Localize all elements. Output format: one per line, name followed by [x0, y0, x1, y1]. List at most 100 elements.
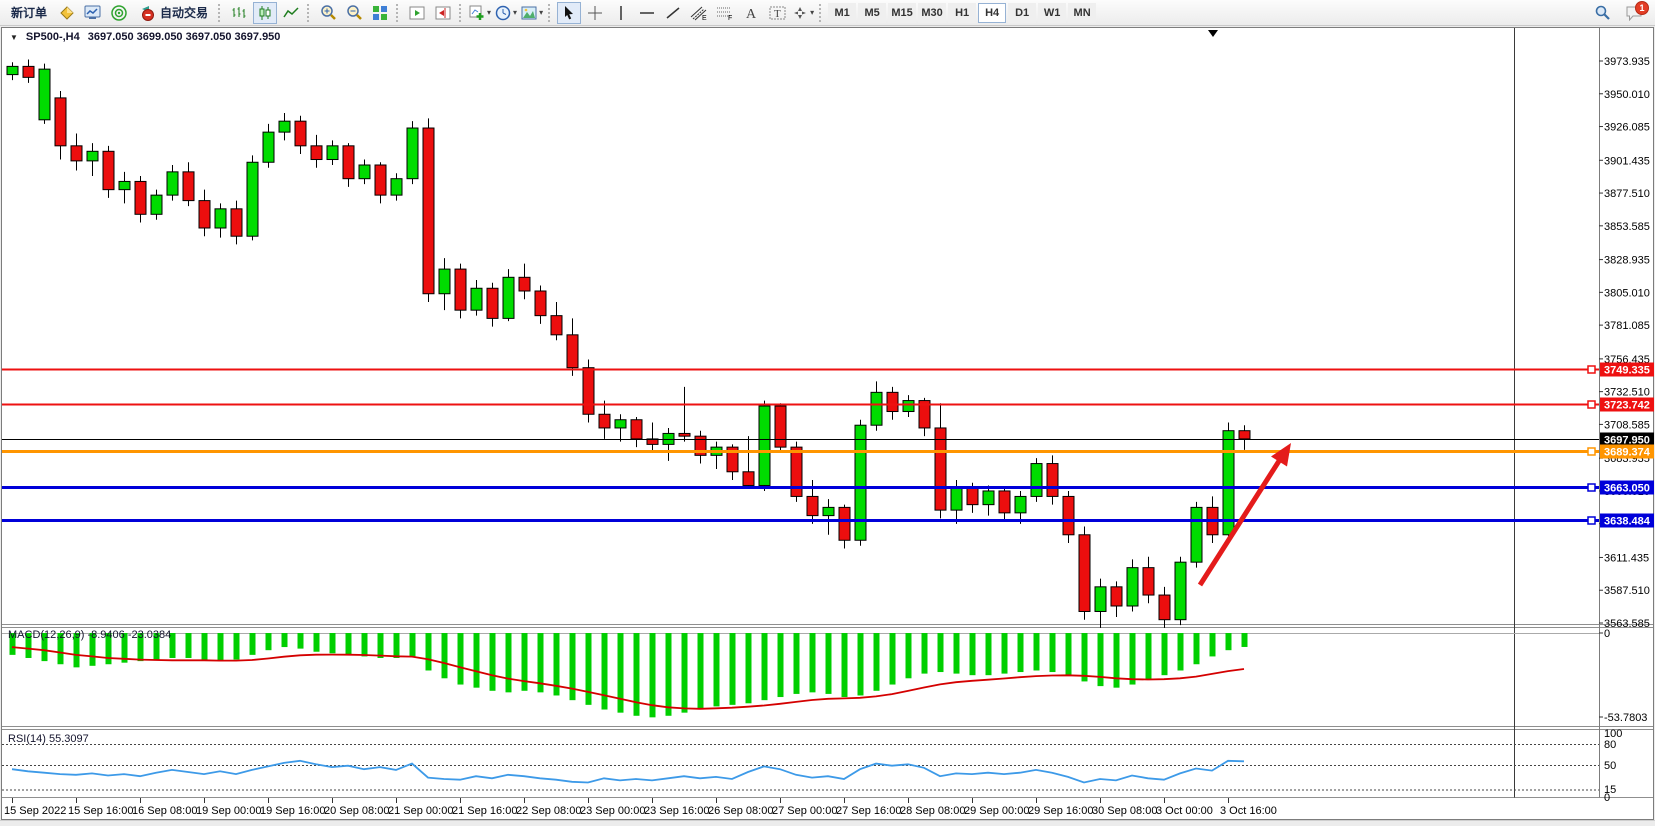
zoom-in-button[interactable]: [316, 2, 340, 24]
timeframe-mn-button[interactable]: MN: [1068, 3, 1096, 23]
macd-bar: [970, 633, 976, 675]
fibonacci-icon: F: [716, 5, 734, 21]
bear-candle: [791, 447, 802, 496]
macd-bar: [186, 633, 192, 658]
timeframe-menu-button[interactable]: ▾: [494, 2, 518, 24]
bull-candle: [871, 392, 882, 425]
notifications-button[interactable]: 1: [1621, 2, 1647, 24]
macd-bar: [794, 633, 800, 694]
bull-candle: [1191, 507, 1202, 562]
bull-candle: [903, 401, 914, 412]
crosshair-icon: [587, 5, 603, 21]
zoom-out-button[interactable]: [342, 2, 366, 24]
svg-text:3926.085: 3926.085: [1604, 122, 1650, 134]
svg-text:3723.742: 3723.742: [1604, 400, 1650, 412]
bear-candle: [1111, 587, 1122, 606]
vertical-line-tool-button[interactable]: [609, 2, 633, 24]
bear-candle: [775, 406, 786, 447]
label-tool-button[interactable]: T: [765, 2, 789, 24]
bear-candle: [679, 433, 690, 436]
bull-candle: [327, 146, 338, 160]
new-order-button[interactable]: 新订单: [5, 2, 53, 24]
timeframe-w1-button[interactable]: W1: [1038, 3, 1066, 23]
horizontal-line-tool-button[interactable]: [635, 2, 659, 24]
macd-bar: [954, 633, 960, 674]
equidistant-channel-tool-button[interactable]: E: [687, 2, 711, 24]
svg-text:3805.010: 3805.010: [1604, 287, 1650, 299]
deposit-icon[interactable]: [55, 2, 79, 24]
bear-candle: [455, 269, 466, 310]
channel-icon: E: [690, 5, 708, 21]
macd-bar: [1002, 633, 1008, 674]
bull-candle: [119, 181, 130, 189]
macd-bar: [602, 633, 608, 710]
svg-text:E: E: [702, 15, 707, 21]
bear-candle: [743, 472, 754, 486]
candlestick-chart-button[interactable]: [253, 2, 277, 24]
bear-candle: [55, 98, 66, 146]
chart-canvas[interactable]: 3973.9353950.0103926.0853901.4353877.510…: [0, 0, 1655, 826]
macd-bar: [1114, 633, 1120, 688]
auto-trading-button[interactable]: 自动交易: [133, 2, 214, 24]
text-tool-button[interactable]: A: [739, 2, 763, 24]
macd-bar: [938, 633, 944, 672]
cursor-tool-button[interactable]: [557, 2, 581, 24]
chart-shift-button[interactable]: [431, 2, 455, 24]
svg-text:3828.935: 3828.935: [1604, 255, 1650, 267]
bar-chart-button[interactable]: [227, 2, 251, 24]
chevron-down-icon: ▾: [513, 8, 517, 17]
fibonacci-tool-button[interactable]: F: [713, 2, 737, 24]
macd-bar: [474, 633, 480, 688]
svg-text:3950.010: 3950.010: [1604, 89, 1650, 101]
timeframe-m30-button[interactable]: M30: [918, 3, 946, 23]
macd-bar: [1162, 633, 1168, 675]
macd-bar: [202, 633, 208, 660]
crosshair-tool-button[interactable]: [583, 2, 607, 24]
macd-bar: [682, 633, 688, 713]
svg-text:21 Sep 00:00: 21 Sep 00:00: [388, 805, 453, 817]
timeframe-m1-button[interactable]: M1: [828, 3, 856, 23]
macd-indicator-label: MACD(12,26,9) -8.9406 -23.0384: [8, 629, 171, 641]
timeframe-m15-button[interactable]: M15: [888, 3, 916, 23]
auto-scroll-button[interactable]: [405, 2, 429, 24]
chevron-down-icon: ▼: [10, 33, 18, 42]
timeframe-m5-button[interactable]: M5: [858, 3, 886, 23]
bear-candle: [967, 488, 978, 504]
macd-bar: [1098, 633, 1104, 686]
macd-bar: [890, 633, 896, 685]
svg-text:-53.7803: -53.7803: [1604, 712, 1647, 724]
macd-bar: [922, 633, 928, 674]
trendline-tool-button[interactable]: [661, 2, 685, 24]
line-endpoint-marker: [1588, 401, 1595, 408]
bear-candle: [311, 146, 322, 160]
svg-text:3749.335: 3749.335: [1604, 365, 1650, 377]
toolbar-grip: [548, 4, 553, 22]
macd-bar: [1178, 633, 1184, 670]
svg-text:3732.510: 3732.510: [1604, 387, 1650, 399]
bear-candle: [1159, 595, 1170, 620]
svg-text:21 Sep 16:00: 21 Sep 16:00: [452, 805, 517, 817]
search-button[interactable]: [1590, 2, 1614, 24]
bull-candle: [1127, 568, 1138, 606]
add-indicator-button[interactable]: ▾: [468, 2, 492, 24]
vertical-line-icon: [615, 5, 627, 21]
arrows-tool-button[interactable]: ▾: [791, 2, 815, 24]
timeframe-h4-button[interactable]: H4: [978, 3, 1006, 23]
timeframe-h1-button[interactable]: H1: [948, 3, 976, 23]
search-icon: [1594, 4, 1611, 21]
macd-bar: [250, 633, 256, 655]
timeframe-d1-button[interactable]: D1: [1008, 3, 1036, 23]
bull-candle: [663, 433, 674, 444]
horizontal-line-icon: [639, 7, 655, 19]
line-chart-button[interactable]: [279, 2, 303, 24]
zoom-in-icon: [320, 4, 337, 21]
terminal-icon-button[interactable]: [81, 2, 105, 24]
macd-bar: [810, 633, 816, 692]
template-button[interactable]: ▾: [520, 2, 544, 24]
macd-bar: [698, 633, 704, 710]
tile-windows-button[interactable]: [368, 2, 392, 24]
signals-button[interactable]: [107, 2, 131, 24]
svg-text:3563.585: 3563.585: [1604, 618, 1650, 630]
svg-text:3663.050: 3663.050: [1604, 483, 1650, 495]
svg-text:15 Sep 2022: 15 Sep 2022: [4, 805, 66, 817]
